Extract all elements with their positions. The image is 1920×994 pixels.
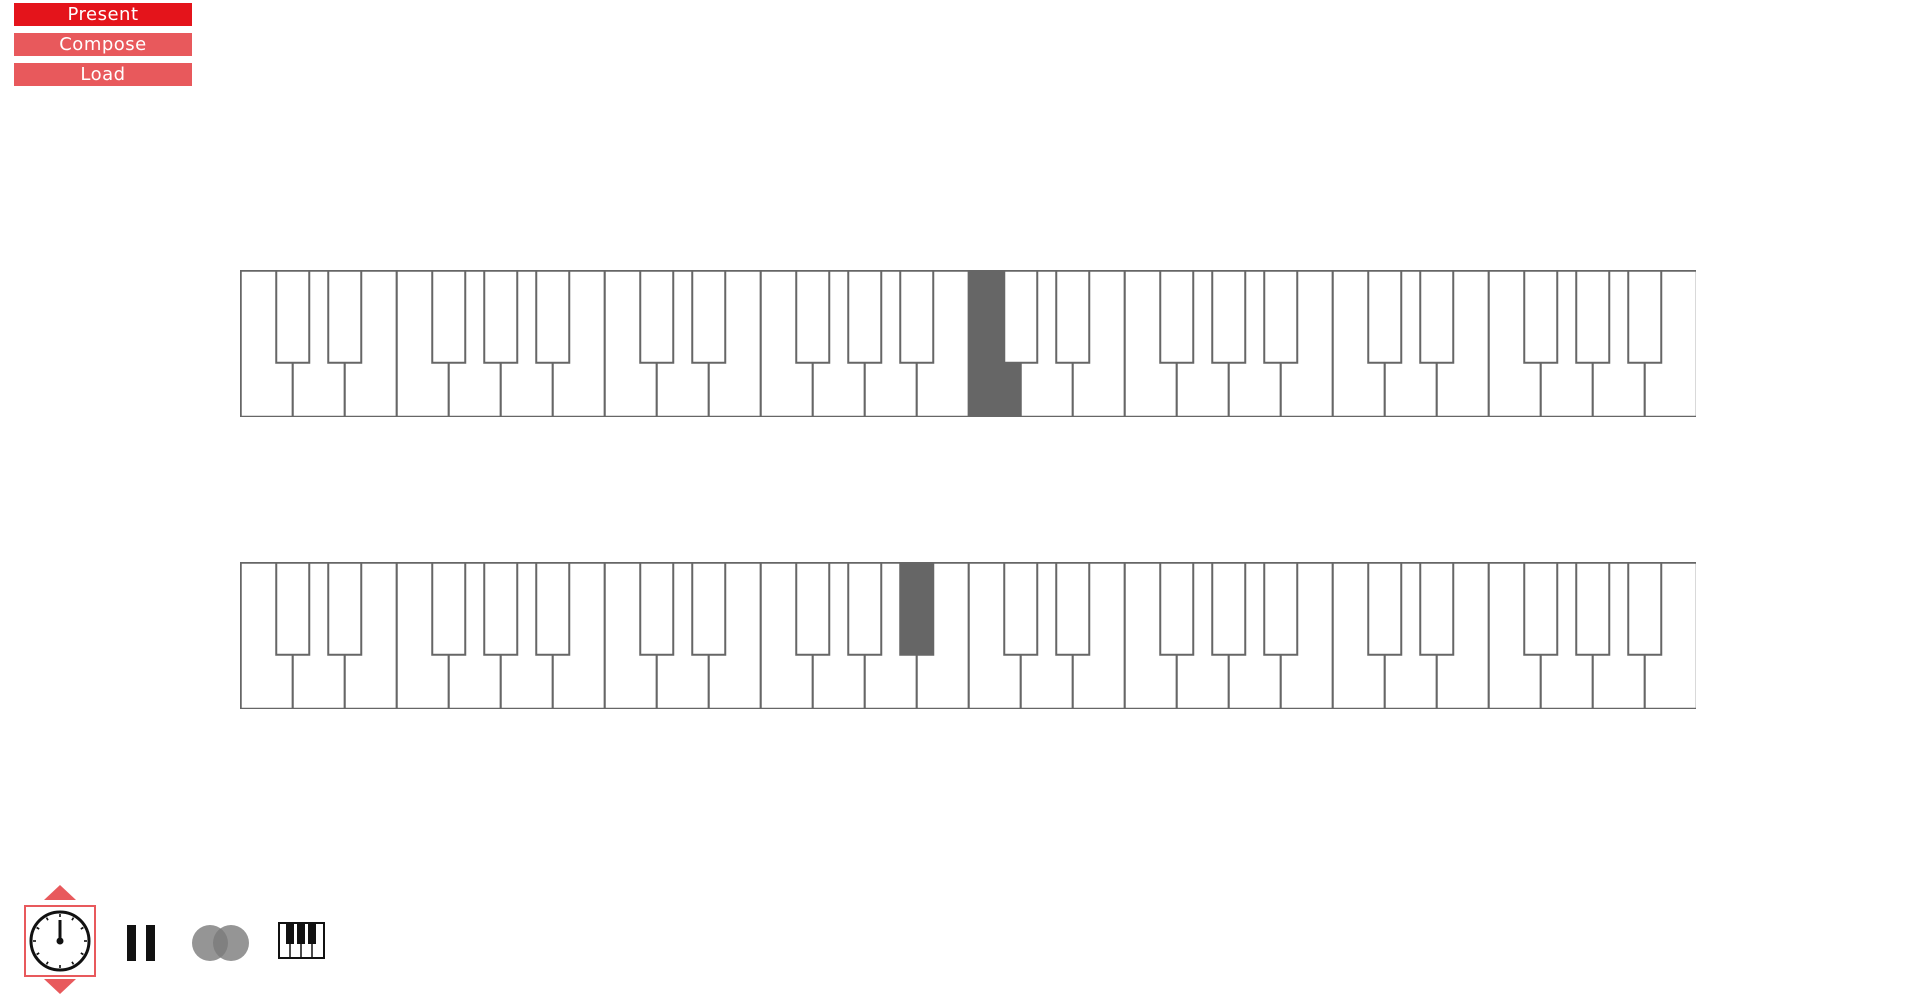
black-key[interactable] <box>483 270 519 364</box>
black-key[interactable] <box>1159 562 1195 656</box>
present-button[interactable]: Present <box>14 3 192 26</box>
black-key[interactable] <box>1627 562 1663 656</box>
black-key[interactable] <box>1159 270 1195 364</box>
black-key[interactable] <box>1419 562 1455 656</box>
black-key[interactable] <box>1575 562 1611 656</box>
black-key[interactable] <box>847 562 883 656</box>
black-key[interactable] <box>1055 270 1091 364</box>
black-key[interactable] <box>535 562 571 656</box>
black-key[interactable] <box>691 270 727 364</box>
black-key[interactable] <box>483 562 519 656</box>
black-key[interactable] <box>1367 562 1403 656</box>
compose-button[interactable]: Compose <box>14 33 192 56</box>
mode-bar: Present Compose Load <box>14 3 192 93</box>
black-key[interactable] <box>327 562 363 656</box>
black-key[interactable] <box>1211 270 1247 364</box>
black-key[interactable] <box>847 270 883 364</box>
black-key[interactable] <box>1367 270 1403 364</box>
black-key[interactable] <box>639 562 675 656</box>
playback-toolbar <box>0 875 400 994</box>
tempo-down-icon[interactable] <box>44 979 76 994</box>
black-key[interactable] <box>1055 562 1091 656</box>
black-key[interactable] <box>1003 270 1039 364</box>
lower-keyboard[interactable] <box>240 562 1696 709</box>
black-key[interactable] <box>1263 270 1299 364</box>
black-key[interactable] <box>1627 270 1663 364</box>
overlap-circles-icon[interactable] <box>190 923 252 963</box>
tempo-up-icon[interactable] <box>44 885 76 900</box>
black-key[interactable] <box>431 270 467 364</box>
black-key[interactable] <box>327 270 363 364</box>
black-key[interactable] <box>1263 562 1299 656</box>
upper-keyboard[interactable] <box>240 270 1696 417</box>
load-button[interactable]: Load <box>14 63 192 86</box>
black-key[interactable] <box>1575 270 1611 364</box>
black-key[interactable] <box>535 270 571 364</box>
black-key[interactable] <box>431 562 467 656</box>
clock-icon <box>29 910 91 972</box>
black-key[interactable] <box>1523 562 1559 656</box>
black-key[interactable] <box>1419 270 1455 364</box>
black-key[interactable] <box>899 270 935 364</box>
black-key[interactable] <box>795 270 831 364</box>
black-key[interactable] <box>275 270 311 364</box>
lower-keyboard-svg[interactable] <box>240 562 1696 709</box>
black-key[interactable] <box>639 270 675 364</box>
piano-keys-icon[interactable] <box>278 922 328 962</box>
black-key[interactable] <box>795 562 831 656</box>
black-key[interactable] <box>1211 562 1247 656</box>
pause-icon[interactable] <box>127 923 157 963</box>
black-key[interactable] <box>1523 270 1559 364</box>
upper-keyboard-svg[interactable] <box>240 270 1696 417</box>
black-key-pressed[interactable] <box>899 562 935 656</box>
black-key[interactable] <box>1003 562 1039 656</box>
black-key[interactable] <box>691 562 727 656</box>
black-key[interactable] <box>275 562 311 656</box>
tempo-control[interactable] <box>24 905 96 977</box>
